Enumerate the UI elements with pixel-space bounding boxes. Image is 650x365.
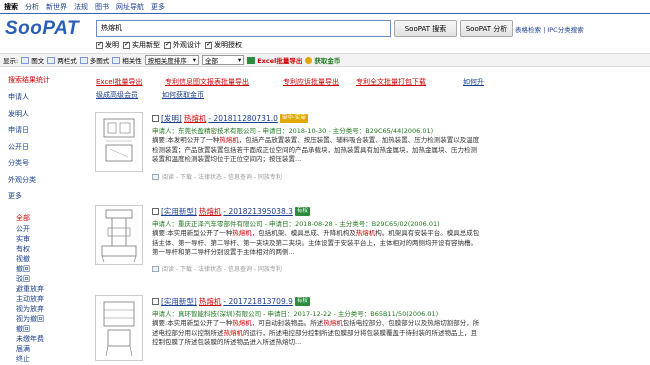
- status-item[interactable]: 主动放弃: [16, 294, 44, 304]
- keyword-highlight: 热熔机: [323, 319, 343, 327]
- keyword-highlight: 热熔机: [232, 319, 252, 327]
- stats-title: 搜索结果统计: [8, 76, 50, 84]
- status-item[interactable]: 视撤: [16, 254, 30, 264]
- select-checkbox[interactable]: [152, 115, 159, 122]
- toolbar-items: 显示: 图文 两栏式 多图式 相关性 按相关度排序 ▾ 全部 ▾ Excel批量导出…: [3, 55, 340, 65]
- keyword-highlight: 热熔机: [223, 328, 244, 337]
- view-graphic[interactable]: 图文: [21, 55, 44, 65]
- nav-more[interactable]: 更多: [151, 2, 165, 12]
- status-all[interactable]: 全部: [16, 213, 30, 223]
- report-export-link[interactable]: 专利信息图文报表批量导出: [165, 77, 249, 87]
- search-input[interactable]: 热熔机: [96, 20, 391, 37]
- status-badge: 审中-实审: [279, 114, 308, 123]
- keyword-highlight: 热熔机: [232, 229, 252, 237]
- stat-more[interactable]: 更多: [8, 191, 22, 201]
- excel-export-button[interactable]: Excel批量导出: [247, 55, 302, 65]
- upgrade-link-cont[interactable]: 级成高级会员: [96, 90, 138, 100]
- select-checkbox[interactable]: [152, 208, 159, 215]
- filter-invention[interactable]: 发明: [96, 40, 119, 50]
- status-item[interactable]: 视为撤回: [16, 314, 44, 324]
- result-abstract: 摘要:本发明公开了一种热熔机，包括产品放置装置、按压装置、辅料吸合装置、加热装置…: [152, 136, 480, 163]
- status-badge: 有权: [294, 207, 310, 216]
- patent-thumbnail[interactable]: [95, 205, 143, 265]
- status-item[interactable]: 实审: [16, 234, 30, 244]
- graphic-view-icon: [21, 56, 30, 64]
- stat-design-class[interactable]: 外观分类: [8, 175, 36, 185]
- filter-invention-granted[interactable]: 发明授权: [205, 40, 242, 50]
- status-item[interactable]: 未缴年费: [16, 334, 44, 344]
- result-meta: 申请人：东莞长盈精密技术有限公司 - 申请日：2018-10-30 - 主分类号…: [152, 127, 434, 135]
- result-actions: 阅读 - 下载 - 法律状态 - 信息查询 - 同族专利: [152, 172, 282, 181]
- upgrade-link[interactable]: 如何升: [463, 77, 484, 87]
- patent-thumbnail[interactable]: [95, 295, 143, 361]
- get-gold-button[interactable]: 获取金币: [305, 55, 340, 65]
- status-item[interactable]: 公开: [16, 224, 30, 234]
- fulltext-download-link[interactable]: 专利全文批量打包下载: [356, 77, 426, 87]
- stat-applicant[interactable]: 申请人: [8, 92, 29, 102]
- status-item[interactable]: 撤回: [16, 324, 30, 334]
- read-icon[interactable]: [152, 173, 159, 180]
- stat-class-number[interactable]: 分类号: [8, 158, 29, 168]
- status-filter-select[interactable]: 全部 ▾: [201, 55, 245, 65]
- sort-select[interactable]: 按相关度排序 ▾: [144, 55, 199, 65]
- display-label: 显示:: [3, 57, 19, 65]
- keyword-highlight: 热熔机: [355, 229, 376, 237]
- soopat-logo[interactable]: SooPAT: [5, 18, 79, 40]
- status-item[interactable]: 视为放弃: [16, 304, 44, 314]
- stat-apply-date[interactable]: 申请日: [8, 125, 29, 135]
- chevron-down-icon: ▾: [237, 56, 242, 64]
- filter-utility-model[interactable]: 实用新型: [123, 40, 160, 50]
- result-title[interactable]: [发明] 热熔机 - 201811280731.0 审中-实审: [152, 113, 308, 124]
- nav-books[interactable]: 图书: [95, 2, 109, 12]
- select-checkbox[interactable]: [152, 298, 159, 305]
- status-item[interactable]: 避重放弃: [16, 284, 44, 294]
- patent-thumbnail[interactable]: [95, 112, 143, 172]
- status-item[interactable]: 驳回: [16, 274, 30, 284]
- result-meta: 申请人：重庆正泽汽车零部件有限公司 - 申请日：2018-08-28 - 主分类…: [152, 220, 440, 228]
- view-two-column[interactable]: 两栏式: [47, 55, 77, 65]
- top-divider: [0, 13, 650, 14]
- filter-design[interactable]: 外观设计: [164, 40, 201, 50]
- checkbox-icon[interactable]: [205, 40, 212, 49]
- result-abstract: 摘要:本实用新型公开了一种热熔机，可自动封装物品。所述热熔机包括电控部分、包膜部…: [152, 319, 480, 346]
- checkbox-icon[interactable]: [96, 40, 103, 49]
- nav-search[interactable]: 搜索: [4, 2, 18, 12]
- read-icon[interactable]: [152, 265, 159, 272]
- get-gold-link[interactable]: 如何获取金币: [162, 90, 204, 100]
- chevron-down-icon: ▾: [192, 56, 196, 64]
- excel-icon: [247, 56, 256, 64]
- nav-web-guide[interactable]: 网址导航: [116, 2, 144, 12]
- checkbox-icon[interactable]: [164, 40, 171, 49]
- checkbox-icon[interactable]: [123, 40, 130, 49]
- stat-inventor[interactable]: 发明人: [8, 109, 29, 119]
- analysis-button[interactable]: SooPAT 分析: [460, 20, 513, 37]
- status-item[interactable]: 终止: [16, 354, 30, 364]
- multi-image-icon: [79, 56, 88, 64]
- status-item[interactable]: 撤回: [16, 264, 30, 274]
- table-ipc-links[interactable]: 表格检索 | IPC分类搜索: [515, 24, 584, 34]
- status-badge: 有权: [294, 297, 310, 306]
- result-meta: 申请人：真环智能科技(深圳)有限公司 - 申请日：2017-12-22 - 主分…: [152, 310, 439, 318]
- result-abstract: 摘要:本实用新型公开了一种热熔机，包括机架、模具总成、升降机构及热熔机构。机架具…: [152, 229, 480, 256]
- view-multi-image[interactable]: 多图式: [79, 55, 109, 65]
- excel-export-link[interactable]: Excel批量导出: [96, 77, 143, 87]
- coin-icon: [305, 56, 313, 64]
- view-relevance[interactable]: 相关性: [112, 55, 142, 65]
- relevance-icon: [112, 56, 121, 64]
- result-title[interactable]: [实用新型] 热熔机 - 201721813709.9 有权: [152, 296, 310, 307]
- status-item[interactable]: 有权: [16, 244, 30, 254]
- type-filters: 发明 实用新型 外观设计 发明授权: [96, 40, 242, 50]
- search-button[interactable]: SooPAT 搜索: [394, 20, 457, 37]
- nav-law[interactable]: 法规: [74, 2, 88, 12]
- nav-new-world[interactable]: 新世界: [46, 2, 67, 12]
- result-actions: 阅读 - 下载 - 法律状态 - 信息查询 - 同族专利: [152, 264, 282, 273]
- stat-publish-date[interactable]: 公开日: [8, 142, 29, 152]
- litigation-export-link[interactable]: 专利应诉批量导出: [283, 77, 339, 87]
- nav-analysis[interactable]: 分析: [25, 2, 39, 12]
- keyword-highlight: 热熔机: [219, 136, 239, 144]
- result-title[interactable]: [实用新型] 热熔机 - 201821395038.3 有权: [152, 206, 310, 217]
- top-nav: 搜索 分析 新世界 法规 图书 网址导航 更多: [4, 2, 165, 12]
- two-column-icon: [47, 56, 56, 64]
- status-item[interactable]: 届满: [16, 344, 30, 354]
